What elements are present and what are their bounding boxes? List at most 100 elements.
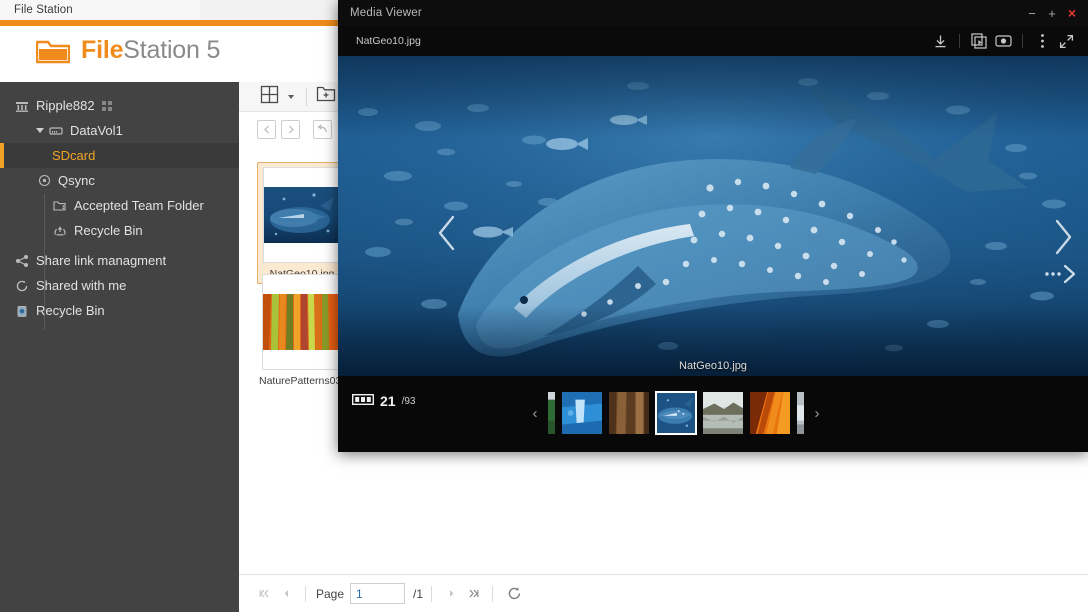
new-folder-button[interactable] xyxy=(313,84,339,110)
page-total-label: /1 xyxy=(413,587,423,601)
blue-ice-thumb xyxy=(562,392,602,434)
pager-divider xyxy=(431,586,432,602)
landscape-lake-thumb xyxy=(703,392,743,434)
sidebar-item-label: Recycle Bin xyxy=(74,223,143,238)
close-button[interactable]: × xyxy=(1062,0,1082,26)
shared-icon xyxy=(14,278,30,294)
sidebar-item-label: Share link managment xyxy=(36,253,166,268)
page-first-button[interactable] xyxy=(253,583,275,605)
tab-file-station[interactable]: File Station xyxy=(0,0,200,20)
page-prev-button[interactable] xyxy=(275,583,297,605)
page-label: Page xyxy=(316,587,344,601)
sidebar-item-sdcard[interactable]: SDcard xyxy=(0,143,239,168)
maximize-button[interactable]: + xyxy=(1042,0,1062,26)
sidebar-item-qsync[interactable]: Qsync xyxy=(0,168,239,193)
view-mode-chevron-down-icon[interactable] xyxy=(288,95,294,99)
viewer-window-title: Media Viewer xyxy=(350,7,422,19)
orange-grass-thumb xyxy=(263,294,339,350)
tab-label: File Station xyxy=(14,4,73,16)
filmstrip: ‹ xyxy=(528,384,858,442)
sidebar-item-recycle-bin[interactable]: Recycle Bin xyxy=(0,298,239,323)
trash-icon xyxy=(14,303,30,319)
sidebar-item-label: SDcard xyxy=(52,148,95,163)
sidebar-item-shared-with-me[interactable]: Shared with me xyxy=(0,273,239,298)
sidebar-item-share-link-management[interactable]: Share link managment xyxy=(0,248,239,273)
nav-up-button[interactable] xyxy=(313,120,332,139)
viewer-titlebar[interactable]: Media Viewer − + × xyxy=(338,0,1088,26)
filmstrip-thumb[interactable] xyxy=(702,391,744,435)
logo-text-bold: File xyxy=(81,36,123,64)
qsync-icon xyxy=(36,173,52,189)
page-input[interactable] xyxy=(350,583,405,604)
sidebar-item-datavol1[interactable]: DataVol1 xyxy=(0,118,239,143)
wood-bark-thumb xyxy=(609,392,649,434)
sidebar-item-accepted-team-folder[interactable]: Accepted Team Folder xyxy=(0,193,239,218)
viewer-prev-image-button[interactable] xyxy=(430,210,464,256)
viewer-skip-forward-button[interactable] xyxy=(1040,260,1080,288)
app-title: FileStation 5 xyxy=(81,36,220,65)
pagination-bar: Page /1 xyxy=(239,574,1088,612)
edge-right-thumb xyxy=(797,392,804,434)
orange-fan-thumb xyxy=(750,392,790,434)
refresh-button[interactable] xyxy=(501,583,527,605)
cast-icon[interactable] xyxy=(991,29,1015,53)
filmstrip-icon xyxy=(352,392,374,410)
page-last-button[interactable] xyxy=(462,583,484,605)
nav-back-button[interactable] xyxy=(257,120,276,139)
minimize-button[interactable]: − xyxy=(1022,0,1042,26)
whale-underwater-thumb xyxy=(264,187,340,243)
recycle-icon xyxy=(52,223,68,239)
app-logo: FileStation 5 xyxy=(36,36,220,65)
filmstrip-prev-button[interactable]: ‹ xyxy=(528,391,542,435)
sidebar-item-ripple882[interactable]: Ripple882 xyxy=(0,93,239,118)
filmstrip-thumb[interactable] xyxy=(561,391,603,435)
page-next-button[interactable] xyxy=(440,583,462,605)
sidebar-item-label: Qsync xyxy=(58,173,95,188)
whale-underwater-thumb xyxy=(657,393,695,433)
viewer-tool-buttons xyxy=(928,26,1078,56)
filmstrip-thumb[interactable] xyxy=(749,391,791,435)
grid-view-icon xyxy=(260,85,279,109)
new-folder-icon xyxy=(316,85,336,108)
filmstrip-next-button[interactable]: › xyxy=(810,391,824,435)
toolbar-divider xyxy=(959,34,960,48)
download-icon[interactable] xyxy=(928,29,952,53)
viewer-next-image-button[interactable] xyxy=(1046,214,1080,260)
file-tile[interactable]: NaturePatterns03.j xyxy=(259,274,343,387)
sidebar: Ripple882 DataVol1 SDcard Qsync A xyxy=(0,82,239,612)
counter-current: 21 xyxy=(380,393,396,409)
sidebar-item-label: DataVol1 xyxy=(70,123,123,138)
window-controls: − + × xyxy=(1022,0,1082,26)
grid-badge-icon xyxy=(102,100,113,111)
chevron-down-icon[interactable] xyxy=(36,128,44,133)
logo-version: 5 xyxy=(206,36,220,64)
volume-icon xyxy=(48,123,64,139)
pager-divider xyxy=(305,586,306,602)
viewer-filmstrip-bar: 21 /93 ‹ xyxy=(338,376,1088,452)
fullscreen-icon[interactable] xyxy=(1054,29,1078,53)
filmstrip-thumb[interactable] xyxy=(547,391,556,435)
filmstrip-thumb-active[interactable] xyxy=(655,391,697,435)
viewer-toolbar: NatGeo10.jpg xyxy=(338,26,1088,56)
filmstrip-thumb[interactable] xyxy=(608,391,650,435)
sidebar-item-label: Recycle Bin xyxy=(36,303,105,318)
view-mode-button[interactable] xyxy=(257,84,282,110)
file-tile[interactable]: NatGeo10.jpg xyxy=(257,162,347,284)
nas-icon xyxy=(14,98,30,114)
file-thumbnail xyxy=(262,274,340,370)
toolbar-divider xyxy=(1022,34,1023,48)
filmstrip-thumb[interactable] xyxy=(796,391,805,435)
sidebar-item-qsync-recycle-bin[interactable]: Recycle Bin xyxy=(0,218,239,243)
pager-divider xyxy=(492,586,493,602)
folder-icon xyxy=(36,37,70,64)
image-counter: 21 /93 xyxy=(352,392,415,410)
sidebar-item-label: Accepted Team Folder xyxy=(74,198,204,213)
viewer-file-name: NatGeo10.jpg xyxy=(356,35,421,47)
share-icon xyxy=(14,253,30,269)
nav-forward-button[interactable] xyxy=(281,120,300,139)
slideshow-icon[interactable] xyxy=(967,29,991,53)
counter-total: /93 xyxy=(402,396,416,407)
sidebar-item-label: Shared with me xyxy=(36,278,126,293)
file-name-label: NaturePatterns03.j xyxy=(259,375,343,387)
more-options-icon[interactable] xyxy=(1030,29,1054,53)
